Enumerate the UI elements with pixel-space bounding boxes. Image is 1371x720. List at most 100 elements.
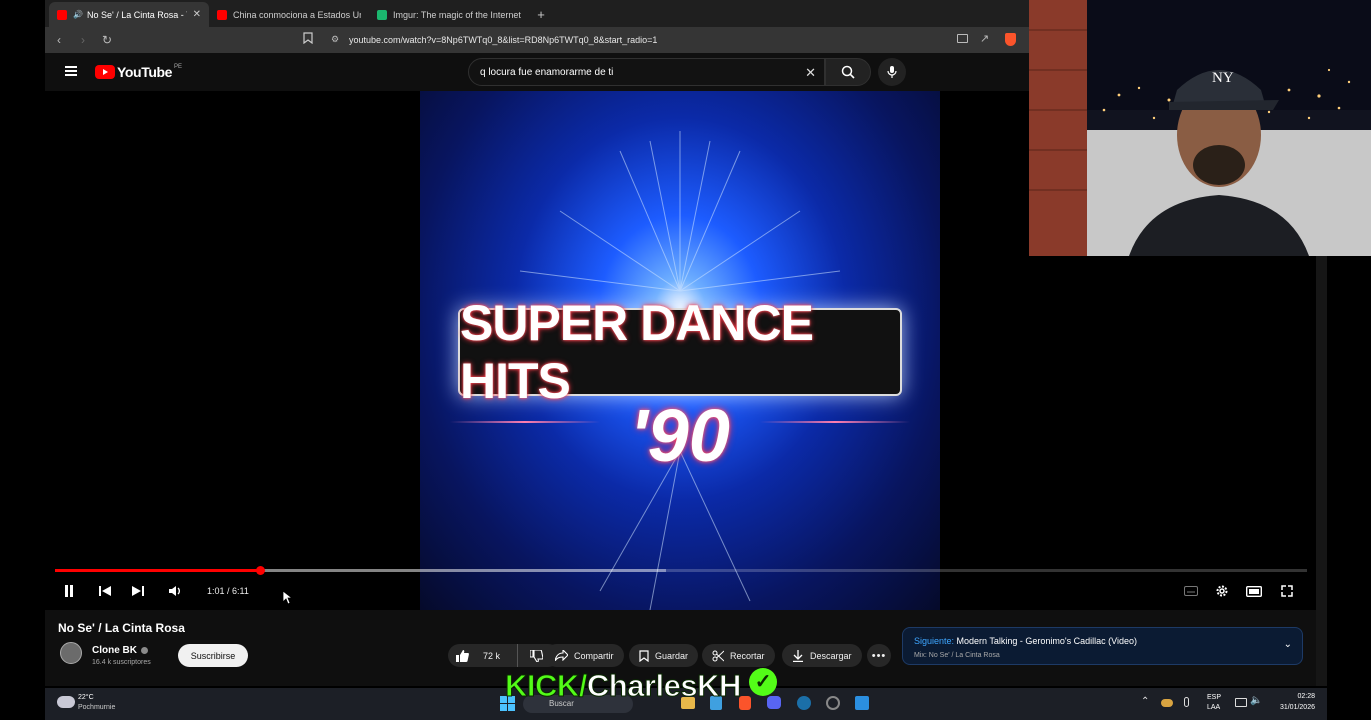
thumbs-up-icon [456, 649, 469, 662]
brave-shield-icon[interactable] [1005, 33, 1016, 46]
kick-prefix: KICK/ [505, 668, 588, 704]
cast-icon[interactable] [957, 34, 968, 43]
download-button[interactable]: Descargar [782, 644, 862, 667]
display-icon[interactable] [1235, 698, 1247, 707]
screen: 🔊 No Se' / La Cinta Rosa - YouT ✕ China … [0, 0, 1371, 720]
tab-title: No Se' / La Cinta Rosa - YouT [86, 9, 187, 20]
next-button[interactable] [128, 581, 148, 601]
scrubber-handle[interactable] [256, 566, 266, 575]
volume-icon [169, 586, 180, 596]
taskbar-app-photos-icon[interactable] [855, 696, 869, 710]
kick-channel-name: CharlesKH [586, 668, 742, 704]
microphone-tray-icon[interactable] [1184, 697, 1189, 707]
search-button[interactable] [825, 58, 871, 86]
channel-avatar[interactable] [60, 642, 82, 664]
webcam-scene: NY [1029, 0, 1371, 256]
clear-search-icon[interactable]: ✕ [805, 65, 816, 81]
clock-date[interactable]: 31/01/2026 [1270, 704, 1315, 711]
weather-condition: Pochmurnie [78, 704, 116, 711]
verified-icon [141, 646, 148, 654]
taskbar-app-obs-icon[interactable] [826, 696, 840, 710]
chevron-down-icon[interactable]: ⌄ [1284, 639, 1292, 650]
save-label: Guardar [655, 650, 689, 661]
youtube-favicon-icon [57, 9, 67, 20]
forward-icon[interactable]: › [73, 30, 93, 50]
browser-toolbar: ‹ › ↻ ⚙ youtube.com/watch?v=8Np6TWTq0_8&… [45, 27, 1030, 53]
menu-icon[interactable] [65, 66, 77, 76]
search-icon [841, 65, 855, 79]
video-artwork: SUPER DANCE HITS '90 [420, 91, 940, 610]
progress-bar[interactable] [55, 566, 1307, 575]
language-top[interactable]: ESP [1207, 694, 1221, 701]
artwork-title-panel: SUPER DANCE HITS [458, 295, 902, 409]
tab-youtube[interactable]: 🔊 No Se' / La Cinta Rosa - YouT ✕ [49, 2, 209, 27]
up-next-title: Modern Talking - Geronimo's Cadillac (Vi… [956, 636, 1138, 646]
fullscreen-icon [1281, 585, 1293, 597]
chevron-up-icon[interactable]: ⌃ [1141, 696, 1149, 707]
previous-button[interactable] [95, 581, 115, 601]
save-button[interactable]: Guardar [629, 644, 699, 667]
kick-channel-overlay: KICK/CharlesKH ✓ [505, 668, 777, 704]
browser-tab-strip: 🔊 No Se' / La Cinta Rosa - YouT ✕ China … [45, 0, 1030, 27]
youtube-header: YouTube PE q locura fue enamorarme de ti… [45, 53, 1030, 91]
next-icon [132, 586, 144, 596]
theater-icon [1246, 585, 1262, 597]
time-display: 1:01 / 6:11 [207, 586, 249, 596]
clock-time[interactable]: 02:28 [1282, 693, 1315, 700]
bookmark-icon[interactable] [303, 32, 319, 48]
weather-temp: 22°C [78, 694, 94, 701]
taskbar-app-steam-icon[interactable] [797, 696, 811, 710]
share-arrow-icon [555, 650, 568, 661]
pause-button[interactable] [59, 581, 79, 601]
share-icon[interactable]: ↗ [980, 32, 989, 45]
like-button[interactable]: 72 k [448, 644, 518, 667]
voice-search-button[interactable] [878, 58, 906, 86]
up-next-panel[interactable]: Siguiente: Modern Talking - Geronimo's C… [902, 627, 1303, 665]
download-label: Descargar [810, 650, 852, 661]
like-dislike-group: 72 k [448, 644, 560, 667]
more-actions-button[interactable]: ••• [867, 644, 891, 667]
up-next-mix: Mix: No Se' / La Cinta Rosa [914, 652, 1000, 659]
video-title: No Se' / La Cinta Rosa [58, 621, 185, 635]
search-input[interactable]: q locura fue enamorarme de ti ✕ [468, 58, 825, 86]
theater-mode-button[interactable] [1244, 581, 1264, 601]
tab-title: China conmociona a Estados Unidos [233, 9, 361, 20]
url-text: youtube.com/watch?v=8Np6TWTq0_8&list=RD8… [349, 35, 658, 45]
subtitles-icon [1184, 586, 1198, 596]
settings-button[interactable] [1212, 581, 1232, 601]
language-bottom[interactable]: LAA [1207, 704, 1220, 711]
up-next-label: Siguiente: [914, 636, 955, 646]
back-icon[interactable]: ‹ [49, 30, 69, 50]
gear-icon [1216, 585, 1228, 597]
address-bar[interactable]: ⚙ youtube.com/watch?v=8Np6TWTq0_8&list=R… [325, 30, 1005, 50]
thumbs-down-icon [529, 649, 543, 662]
tab-close-icon[interactable]: ✕ [193, 9, 201, 20]
weather-icon [57, 696, 75, 708]
youtube-logo[interactable]: YouTube PE [95, 64, 182, 80]
volume-button[interactable] [166, 581, 186, 601]
new-tab-button[interactable]: + [529, 2, 553, 27]
channel-name: Clone BK [92, 645, 137, 656]
site-info-icon[interactable]: ⚙ [331, 34, 339, 45]
scissors-icon [712, 650, 724, 661]
microphone-icon [887, 66, 897, 78]
clip-button[interactable]: Recortar [702, 644, 775, 667]
tab-china[interactable]: China conmociona a Estados Unidos [209, 2, 369, 27]
verified-check-icon: ✓ [748, 668, 777, 696]
subscribe-button[interactable]: Suscribirse [178, 644, 248, 667]
share-button[interactable]: Compartir [545, 644, 624, 667]
speaker-tray-icon[interactable]: 🔈 [1250, 695, 1262, 706]
subscriber-count: 16.4 k suscriptores [92, 659, 151, 666]
up-next-title-row: Siguiente: Modern Talking - Geronimo's C… [914, 636, 1137, 646]
save-icon [639, 649, 649, 662]
subtitles-button[interactable] [1181, 581, 1201, 601]
fullscreen-button[interactable] [1277, 581, 1297, 601]
channel-name-row[interactable]: Clone BK [92, 645, 148, 656]
reload-icon[interactable]: ↻ [97, 30, 117, 50]
share-label: Compartir [574, 650, 614, 661]
imgur-favicon-icon [377, 9, 387, 20]
tab-imgur[interactable]: Imgur: The magic of the Internet [369, 2, 529, 27]
cloud-sync-icon[interactable] [1161, 699, 1173, 707]
like-count: 72 k [483, 650, 501, 661]
previous-icon [99, 586, 111, 596]
